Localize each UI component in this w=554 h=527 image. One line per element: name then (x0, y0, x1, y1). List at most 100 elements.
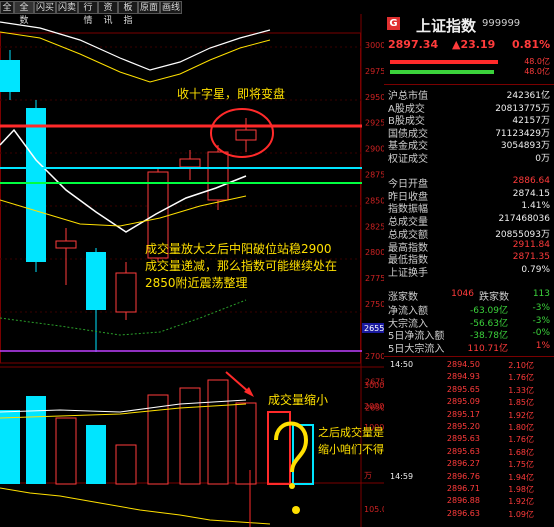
tick-price: 2895.09 (446, 397, 480, 407)
toolbar-item-8[interactable]: 画线 (160, 1, 182, 14)
index-change-pct: 0.81% (512, 38, 551, 51)
ma-upper-line (0, 21, 271, 71)
flow-pct: -0% (532, 328, 550, 338)
tick-volume: 1.94亿 (508, 472, 534, 482)
rise-count: 1046 (451, 289, 474, 299)
stat-value: 20855093万 (495, 229, 550, 240)
ratio-bar-red (390, 60, 498, 64)
tick-time: 14:59 (390, 471, 414, 481)
tick-volume: 1.92亿 (508, 410, 534, 420)
candle-body (86, 252, 106, 310)
tick-price: 2896.88 (446, 496, 480, 506)
tick-price: 2894.50 (446, 360, 480, 369)
volume-bar (115, 444, 137, 485)
annotation-cross-star: 收十字星，即将变盘 (177, 87, 286, 101)
price-axis-label: 2850 (365, 196, 384, 205)
index-change: ▲23.19 (452, 38, 496, 51)
stat-value: 2871.35 (512, 252, 550, 263)
price-axis-label: 2700 (365, 352, 384, 361)
stat-value: 2911.84 (512, 239, 550, 250)
volume-bar (0, 410, 20, 484)
toolbar-item-2[interactable]: 闪买 (34, 1, 56, 14)
annotation-analysis-2: 成交量递减，那么指数可能继续处在 (145, 259, 338, 273)
stat-value: 2886.64 (512, 176, 550, 186)
stat-value: 20813775万 (495, 103, 550, 114)
volume-bar (86, 425, 106, 484)
tick-volume: 1.85亿 (508, 398, 534, 408)
rise-label: 涨家数 (388, 292, 418, 303)
candle-body (235, 129, 257, 141)
fall-count: 113 (532, 289, 550, 299)
index-header: G 上证指数 999999 (384, 14, 554, 35)
tick-volume: 1.33亿 (508, 385, 534, 395)
tick-price: 2895.20 (446, 422, 480, 431)
main-panel (0, 32, 361, 364)
price-axis-label: 2875 (365, 171, 384, 180)
stat-value: 217468036 (498, 214, 550, 225)
annotation-volume-shrink: 成交量缩小 (268, 393, 329, 407)
price-axis-label: 2925 (365, 119, 384, 128)
stat-value: 0.79% (521, 264, 550, 275)
annotation-analysis-3: 2850附近震荡整理 (145, 276, 248, 290)
flow-value: -38.78亿 (469, 331, 508, 341)
tick-volume: 2.10亿 (508, 361, 534, 370)
annotation-analysis-1: 成交量放大之后中阳破位站稳2900 (145, 242, 332, 256)
bottom-axis-label: 105.0 (364, 505, 384, 514)
index-price: 2897.34 (388, 38, 439, 51)
index-badge[interactable]: G (387, 17, 400, 30)
tick-price: 2896.76 (446, 471, 480, 481)
price-axis-label: 2950 (365, 93, 384, 102)
toolbar-item-4[interactable]: 行情 (78, 1, 98, 26)
flow-value: -56.63亿 (469, 318, 508, 329)
volume-axis-label: 20000 (364, 402, 384, 411)
price-axis-label: 2825 (365, 222, 384, 231)
tick-volume: 1.92亿 (508, 497, 534, 507)
price-axis-label: 2975 (365, 67, 384, 76)
toolbar-item-6[interactable]: 板指 (118, 1, 138, 26)
toolbar: 全全数 闪买 闪卖 行情 资讯 板指 原面 画线 (0, 0, 200, 26)
index-info-panel: G 上证指数 999999 2897.34 ▲23.19 0.81% 48.0亿… (384, 0, 554, 527)
volume-bar (26, 396, 46, 484)
tick-volume: 1.80亿 (508, 423, 534, 432)
price-axis-label: 3000 (365, 41, 384, 50)
tick-volume: 1.68亿 (508, 447, 534, 457)
panel-divider (384, 84, 554, 85)
tick-price: 2895.63 (446, 434, 480, 444)
volume-bar (179, 387, 201, 485)
tick-volume: 1.09亿 (508, 509, 534, 519)
tick-price: 2896.63 (446, 508, 480, 518)
candle-body (179, 158, 201, 168)
candle-body (26, 108, 46, 262)
flow-pct: -3% (532, 303, 550, 313)
candle-body (207, 151, 229, 201)
stat-value: 242361亿 (506, 91, 550, 101)
tick-price: 2894.93 (446, 372, 480, 382)
toolbar-item-5[interactable]: 资讯 (98, 1, 118, 26)
price-axis-label: 2800 (365, 248, 384, 257)
toolbar-item-0[interactable]: 全 (0, 1, 14, 14)
index-name: 上证指数 (416, 17, 477, 35)
price-axis-label: 2775 (365, 274, 384, 283)
stat-value: 3054893万 (500, 141, 550, 152)
candle-body (55, 240, 77, 249)
tick-price: 2895.17 (446, 409, 480, 419)
ma-upper-line-2 (0, 31, 271, 83)
ratio-value-2: 48.0亿 (524, 67, 550, 76)
tick-price: 2895.65 (446, 384, 480, 394)
index-code: 999999 (482, 18, 521, 29)
tick-volume: 1.98亿 (508, 485, 534, 494)
cursor-price: 2655.2 (364, 324, 384, 333)
toolbar-item-1[interactable]: 全数 (14, 1, 34, 26)
candle-body (0, 60, 20, 92)
question-dot-2 (292, 506, 300, 514)
volume-bar (235, 402, 257, 485)
volume-unit: 万 (364, 471, 372, 480)
tick-volume: 1.75亿 (508, 460, 534, 470)
toolbar-item-3[interactable]: 闪卖 (56, 1, 78, 14)
stat-label: 权证成交 (388, 154, 428, 165)
candle-body (115, 272, 137, 313)
tick-time: 14:50 (390, 360, 414, 369)
toolbar-item-7[interactable]: 原面 (138, 1, 160, 14)
tick-price: 2896.27 (446, 459, 480, 469)
stat-value: 0万 (535, 154, 550, 164)
